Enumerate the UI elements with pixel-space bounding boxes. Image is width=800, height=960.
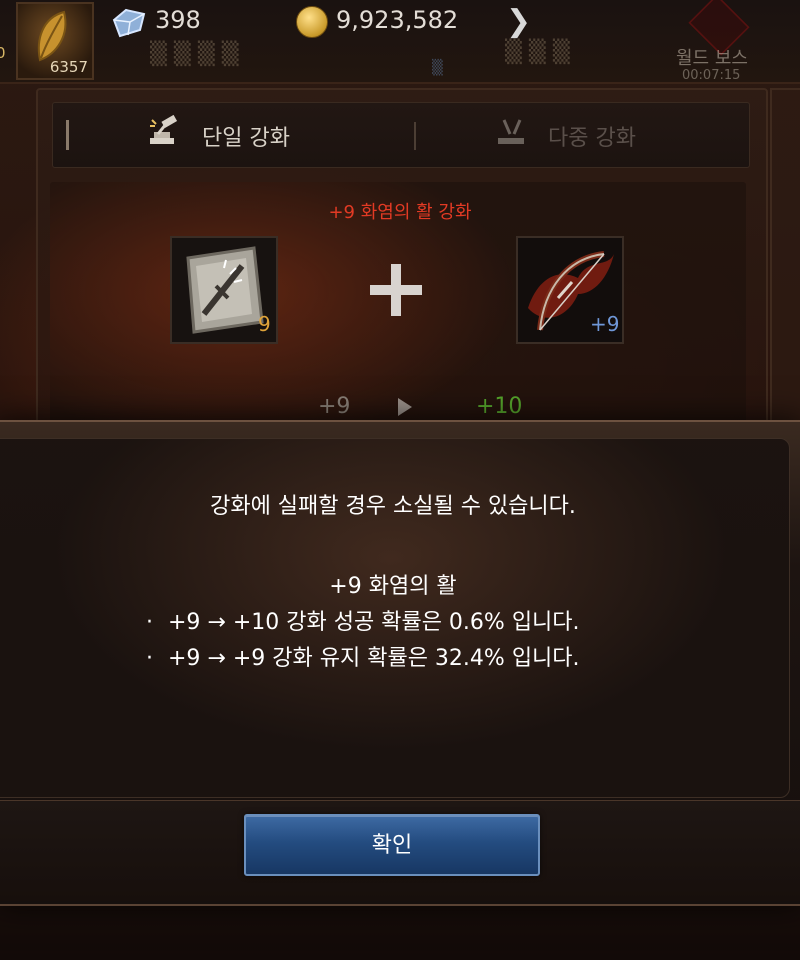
material-count: 9 [258, 312, 271, 336]
bullet: · [146, 646, 153, 671]
gem-count: 398 [155, 6, 201, 34]
arrow-right-icon [398, 398, 412, 416]
next-level: +10 [476, 394, 523, 419]
side-panel [770, 88, 800, 432]
confirm-button[interactable]: 확인 [244, 814, 540, 876]
leaf-count: 6357 [49, 58, 88, 76]
failure-warning-text: 강화에 실패할 경우 소실될 수 있습니다. [210, 494, 576, 519]
chevron-right-icon[interactable]: ❯ [506, 4, 531, 39]
world-boss-label: 월드 보스 [676, 48, 748, 69]
target-item-level: +9 [590, 312, 620, 336]
gem-icon [112, 8, 146, 38]
faded-menu-label: ▒ ▒ ▒ [505, 40, 570, 65]
gold-coin-icon [296, 6, 328, 38]
leaf-icon [37, 10, 67, 62]
multi-hammer-icon [498, 119, 524, 144]
world-boss-timer: 00:07:15 [682, 68, 741, 83]
plus-icon [370, 264, 422, 316]
tab-divider [414, 122, 416, 150]
gold-amount: 9,923,582 [336, 6, 459, 34]
leaf-currency-slot[interactable]: 6357 [16, 2, 94, 80]
tab-divider [66, 120, 69, 150]
tab-multi-enhance[interactable]: 다중 강화 [548, 120, 636, 152]
faded-menu-label: ▒ ▒ ▒ ▒ [150, 42, 239, 67]
keep-rate-line: · +9 → +9 강화 유지 확률은 32.4% 입니다. [146, 640, 580, 672]
success-rate-line: · +9 → +10 강화 성공 확률은 0.6% 입니다. [146, 604, 580, 636]
tab-single-enhance[interactable]: 단일 강화 [202, 120, 290, 152]
keep-rate-text: +9 → +9 강화 유지 확률은 32.4% 입니다. [168, 646, 580, 671]
hammer-icon [150, 114, 178, 144]
dialog-item-name: +9 화염의 활 [329, 574, 457, 599]
bullet: · [146, 610, 153, 635]
success-rate-text: +9 → +10 강화 성공 확률은 0.6% 입니다. [168, 610, 580, 635]
faded-badge: ▒ [432, 60, 443, 76]
currency-edge-value: 0 [0, 44, 6, 62]
enhance-title: +9 화염의 활 강화 [328, 202, 472, 223]
current-level: +9 [318, 394, 351, 419]
